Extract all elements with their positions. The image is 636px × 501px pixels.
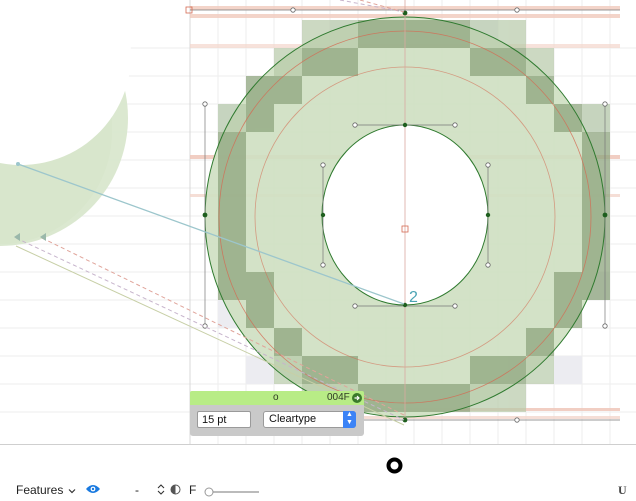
glyph-outline-view[interactable]: 2 <box>0 0 636 444</box>
right-toolbar-icon[interactable]: U <box>618 483 627 498</box>
bottom-toolbar: Features - F U <box>0 481 636 500</box>
up-down-arrows-icon[interactable] <box>157 484 165 499</box>
contrast-icon[interactable] <box>170 484 181 499</box>
glyph-info-header[interactable]: o 004F <box>190 391 364 405</box>
dash-label[interactable]: - <box>135 483 139 498</box>
glyph-name-label: o <box>273 392 279 403</box>
chevron-down-icon[interactable] <box>68 484 76 499</box>
rendering-mode-value: Cleartype <box>269 413 317 425</box>
glyph-edit-canvas[interactable]: 2 <box>0 0 636 445</box>
arrow-right-circle-icon[interactable] <box>352 393 362 403</box>
unicode-label: 004F <box>327 392 350 403</box>
glyph-info-body: 15 pt Cleartype ▲ ▼ <box>190 405 364 436</box>
preview-strip[interactable] <box>0 445 636 481</box>
point-number-label: 2 <box>409 289 418 306</box>
f-label[interactable]: F <box>189 483 196 498</box>
features-menu-label[interactable]: Features <box>16 483 63 498</box>
point-size-field[interactable]: 15 pt <box>197 411 251 428</box>
zoom-slider[interactable] <box>204 486 260 501</box>
preview-glyph-o[interactable] <box>386 457 403 474</box>
glyph-info-panel: o 004F 15 pt Cleartype ▲ ▼ <box>190 391 364 436</box>
rendering-mode-select[interactable]: Cleartype ▲ ▼ <box>263 411 356 428</box>
select-arrows-icon: ▲ ▼ <box>343 411 356 428</box>
eye-icon[interactable] <box>85 483 101 499</box>
connection-start-point[interactable] <box>16 162 20 166</box>
